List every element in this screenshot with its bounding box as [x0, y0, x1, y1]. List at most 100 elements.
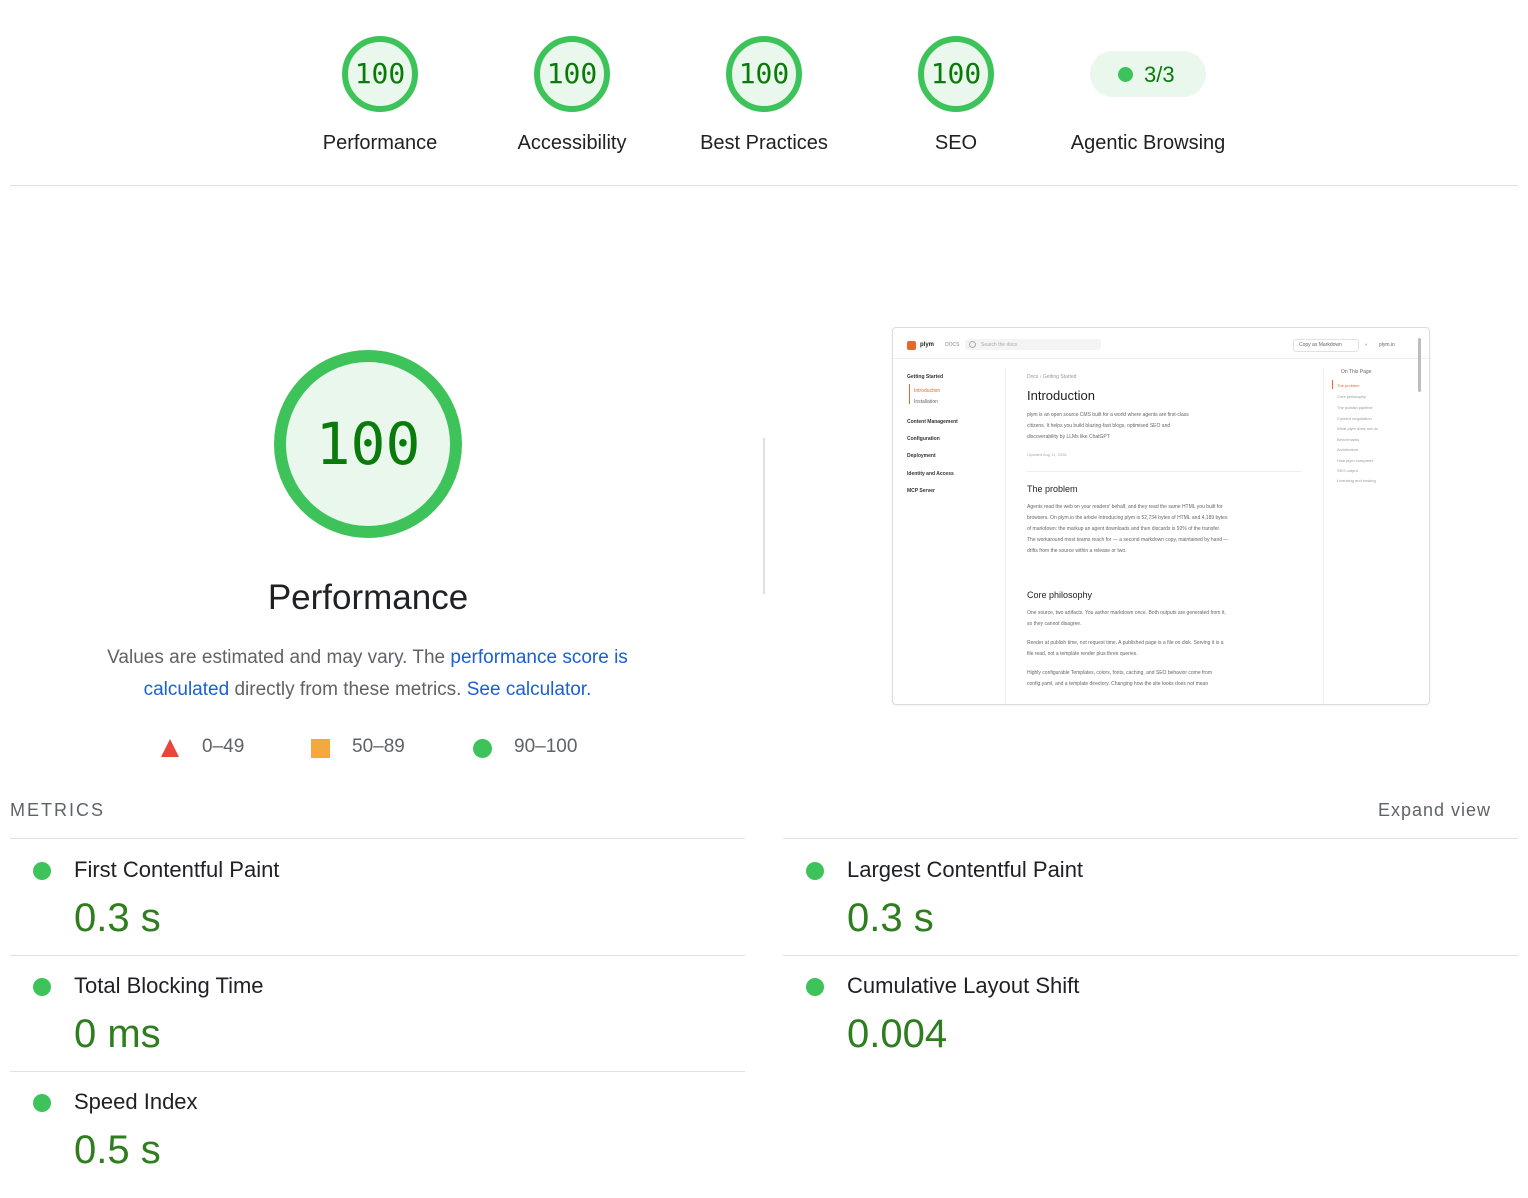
thumb-toc-item-7: Architecture: [1337, 447, 1359, 452]
thumb-docs: DOCS: [945, 342, 960, 348]
thumb-problem-line-1: Agents read the web on your readers' beh…: [1027, 504, 1223, 510]
thumb-nav-config: Configuration: [907, 436, 940, 442]
pass-dot-icon: [806, 862, 824, 880]
thumb-intro-line-3: discoverability by LLMs like ChatGPT: [1027, 434, 1110, 440]
metrics-heading: METRICS: [10, 800, 105, 820]
metric-first-contentful-paint: First Contentful Paint 0.3 s: [10, 838, 745, 954]
agentic-browsing-score: 3/3: [1144, 62, 1175, 87]
thumb-toc-divider: [1323, 368, 1324, 704]
thumb-core-line-1: One source, two artifacts. You author ma…: [1027, 610, 1226, 616]
top-divider: [10, 185, 1518, 186]
metric-cumulative-layout-shift: Cumulative Layout Shift 0.004: [783, 954, 1518, 1070]
legend-pass-range: 90–100: [514, 736, 578, 757]
thumb-nav-identity: Identity and Access: [907, 471, 954, 477]
metric-largest-contentful-paint: Largest Contentful Paint 0.3 s: [783, 838, 1518, 954]
best-practices-score: 100: [738, 57, 790, 90]
thumb-breadcrumb: Docs › Getting Started: [1027, 374, 1077, 380]
agentic-browsing-badge: 3/3: [1090, 51, 1206, 97]
see-calculator-link[interactable]: See calculator.: [467, 679, 592, 700]
metric-value: 0.3 s: [74, 896, 161, 940]
thumb-h2-core: Core philosophy: [1027, 590, 1093, 600]
thumb-logo: plym: [920, 342, 935, 348]
accessibility-score: 100: [546, 57, 598, 90]
desc-text-2: directly from these metrics.: [229, 679, 467, 700]
expand-view-button[interactable]: Expand view: [1378, 800, 1491, 821]
thumb-intro-line-2: citizens. It helps you build blazing-fas…: [1027, 423, 1171, 429]
vertical-divider: [763, 438, 765, 594]
thumb-nav-content: Content Management: [907, 419, 958, 425]
thumb-nav-active-bar: [909, 384, 910, 404]
accessibility-label: Accessibility: [517, 132, 627, 154]
thumb-toc-item-8: How plym compares: [1337, 458, 1374, 463]
thumb-heading: Introduction: [1027, 388, 1095, 403]
thumb-problem-line-2: browsers. On plym.io the article Introdu…: [1027, 515, 1228, 521]
best-practices-gauge: 100: [724, 34, 804, 114]
thumb-nav-deployment: Deployment: [907, 453, 936, 459]
thumb-search-icon: [969, 341, 976, 348]
performance-description: Values are estimated and may vary. The p…: [80, 642, 655, 706]
thumb-h2-problem: The problem: [1027, 484, 1078, 494]
accessibility-gauge: 100: [532, 34, 612, 114]
seo-score: 100: [930, 57, 982, 90]
legend-average-range: 50–89: [352, 736, 405, 757]
average-square-icon: [311, 739, 330, 758]
thumb-site-link: plym.io: [1379, 342, 1395, 348]
thumb-toc-item-10: Licensing and hosting: [1337, 478, 1376, 483]
pass-dot-icon: [33, 978, 51, 996]
metric-name: Total Blocking Time: [74, 973, 264, 998]
thumb-copy-label: Copy as Markdown: [1299, 342, 1342, 348]
thumb-problem-line-3: of markdown: the markup an agent downloa…: [1027, 526, 1221, 532]
thumb-core-line-6: config.yaml, and a template directory. C…: [1027, 681, 1209, 687]
metric-name: Cumulative Layout Shift: [847, 973, 1080, 998]
performance-big-score: 100: [315, 410, 421, 478]
pass-circle-icon: [473, 739, 492, 758]
thumb-core-line-2: so they cannot disagree.: [1027, 621, 1082, 627]
thumb-updated: Updated Aug 11, 2026: [1027, 452, 1067, 457]
thumb-scrollbar: [1418, 338, 1421, 392]
plym-logo-icon: [907, 341, 916, 350]
pass-dot-icon: [33, 862, 51, 880]
fail-triangle-icon: [161, 739, 179, 757]
metric-name: Speed Index: [74, 1089, 198, 1114]
thumb-nav-mcp: MCP Server: [907, 488, 935, 494]
performance-score: 100: [354, 57, 406, 90]
best-practices-label: Best Practices: [700, 132, 828, 154]
legend-fail-range: 0–49: [202, 736, 245, 757]
thumb-core-line-5: Highly configurable Templates, colors, f…: [1027, 670, 1212, 676]
thumb-toc-title: On This Page: [1341, 369, 1372, 375]
thumb-toc-item-6: Benchmarks: [1337, 437, 1360, 442]
thumb-nav-introduction: Introduction: [914, 388, 941, 394]
performance-label: Performance: [322, 132, 438, 154]
agentic-browsing-label: Agentic Browsing: [1070, 132, 1226, 154]
thumb-toc-item-1: The problem: [1337, 383, 1360, 388]
metric-value: 0.004: [847, 1012, 948, 1056]
thumb-nav-installation: Installation: [914, 399, 938, 405]
thumb-search-placeholder: Search the docs: [981, 342, 1018, 348]
thumb-problem-line-5: drifts from the source within a release …: [1027, 548, 1127, 554]
thumb-nav-getting-started: Getting Started: [907, 374, 944, 380]
metric-value: 0 ms: [74, 1012, 161, 1056]
pass-dot-icon: [1118, 67, 1133, 82]
thumb-toc-item-3: The publish pipeline: [1337, 405, 1373, 410]
pass-dot-icon: [33, 1094, 51, 1112]
thumb-toc-item-2: Core philosophy: [1337, 394, 1366, 399]
metric-value: 0.5 s: [74, 1128, 161, 1172]
thumb-intro-line-1: plym is an open source CMS built for a w…: [1027, 412, 1189, 418]
thumb-toc-item-5: What plym does not do: [1337, 426, 1378, 431]
thumb-header-divider: [893, 358, 1429, 359]
thumb-core-line-3: Render at publish time, not request time…: [1027, 640, 1224, 646]
metric-name: First Contentful Paint: [74, 857, 280, 882]
thumb-content-divider: [1027, 471, 1301, 472]
thumb-toc-active-bar: [1332, 380, 1333, 389]
thumb-core-line-4: file read, not a template render plus th…: [1027, 651, 1138, 657]
performance-title: Performance: [267, 578, 469, 617]
thumb-theme-icon: ◐: [1365, 342, 1369, 348]
thumb-toc-item-9: SEO output: [1337, 468, 1358, 473]
metric-speed-index: Speed Index 0.5 s: [10, 1070, 745, 1186]
seo-gauge: 100: [916, 34, 996, 114]
thumb-toc-item-4: Content negotiation: [1337, 416, 1372, 421]
metric-name: Largest Contentful Paint: [847, 857, 1084, 882]
final-screenshot[interactable]: plym DOCS Search the docs Copy as Markdo…: [892, 327, 1430, 705]
performance-gauge: 100: [340, 34, 420, 114]
metric-total-blocking-time: Total Blocking Time 0 ms: [10, 954, 745, 1070]
